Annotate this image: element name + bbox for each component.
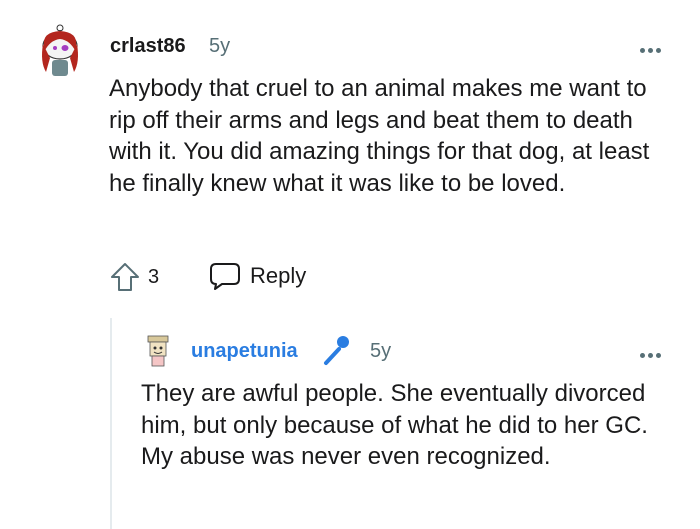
reply-label: Reply: [250, 263, 307, 288]
reply-more-options-icon[interactable]: [640, 345, 664, 358]
timestamp[interactable]: 5y: [209, 35, 230, 58]
avatar[interactable]: [38, 22, 82, 78]
thread-line[interactable]: [110, 318, 112, 529]
username[interactable]: crlast86: [110, 35, 186, 58]
speech-bubble-icon: [210, 263, 240, 290]
upvote-arrow-icon[interactable]: [108, 260, 142, 294]
reply-avatar[interactable]: [145, 332, 171, 368]
reply-body: They are awful people. She eventually di…: [141, 380, 648, 470]
more-options-icon[interactable]: [640, 40, 664, 53]
reply-button[interactable]: Reply: [208, 258, 306, 294]
comment-body: Anybody that cruel to an animal makes me…: [109, 75, 650, 197]
reply-timestamp[interactable]: 5y: [370, 340, 391, 363]
microphone-flair-icon: [324, 336, 349, 365]
vote-count: 3: [148, 266, 160, 288]
reply-username[interactable]: unapetunia: [191, 340, 298, 363]
